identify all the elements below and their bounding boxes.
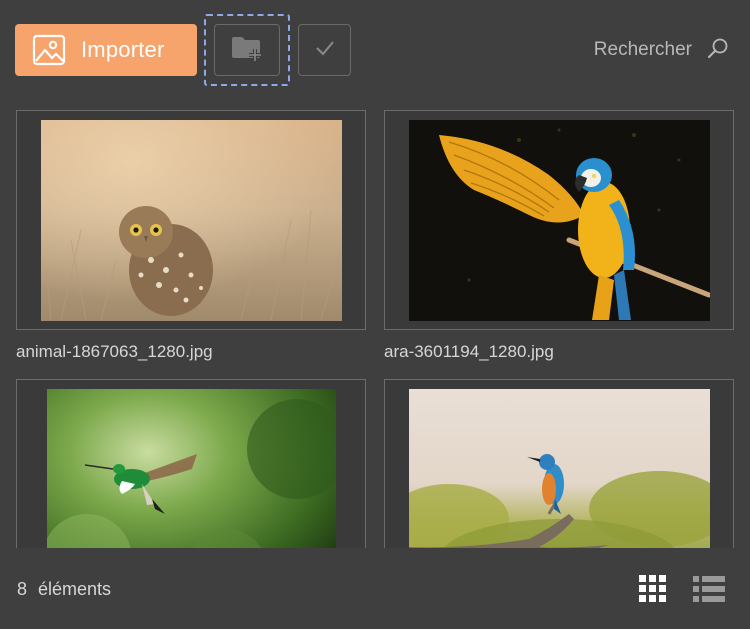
folder-add-icon [230,34,264,67]
image-tile[interactable] [384,379,734,548]
image-tile[interactable]: animal-1867063_1280.jpg [16,110,366,363]
toolbar: Importer Rechercher [0,0,750,100]
thumbnail-frame [384,110,734,330]
grid-view-button[interactable] [638,574,668,604]
new-folder-button[interactable] [214,24,280,76]
import-button-label: Importer [81,37,165,62]
image-tile[interactable] [16,379,366,548]
thumbnail-macaw [409,120,710,321]
select-button[interactable] [298,24,351,76]
list-view-icon [692,576,726,608]
checkmark-icon [314,39,336,62]
search-field[interactable]: Rechercher [560,34,730,66]
media-library-window: Importer Rechercher animal-1867063_1280.… [0,0,750,629]
thumbnail-frame [384,379,734,548]
image-filename: ara-3601194_1280.jpg [384,342,554,361]
image-icon [31,32,67,68]
search-placeholder: Rechercher [593,39,692,60]
item-count: 8 éléments [17,579,112,599]
thumbnail-kingfisher [409,389,710,548]
thumbnail-owl [41,120,342,321]
image-grid: animal-1867063_1280.jpg ara-3601194_1280… [0,100,750,548]
search-icon[interactable] [706,36,730,65]
list-view-button[interactable] [692,574,726,604]
thumbnail-frame [16,110,366,330]
thumbnail-frame [16,379,366,548]
status-bar: 8 éléments [0,548,750,629]
grid-view-icon [638,575,668,608]
thumbnail-hummingbird [47,389,336,548]
image-filename: animal-1867063_1280.jpg [16,342,213,361]
import-button[interactable]: Importer [15,24,197,76]
image-tile[interactable]: ara-3601194_1280.jpg [384,110,734,363]
